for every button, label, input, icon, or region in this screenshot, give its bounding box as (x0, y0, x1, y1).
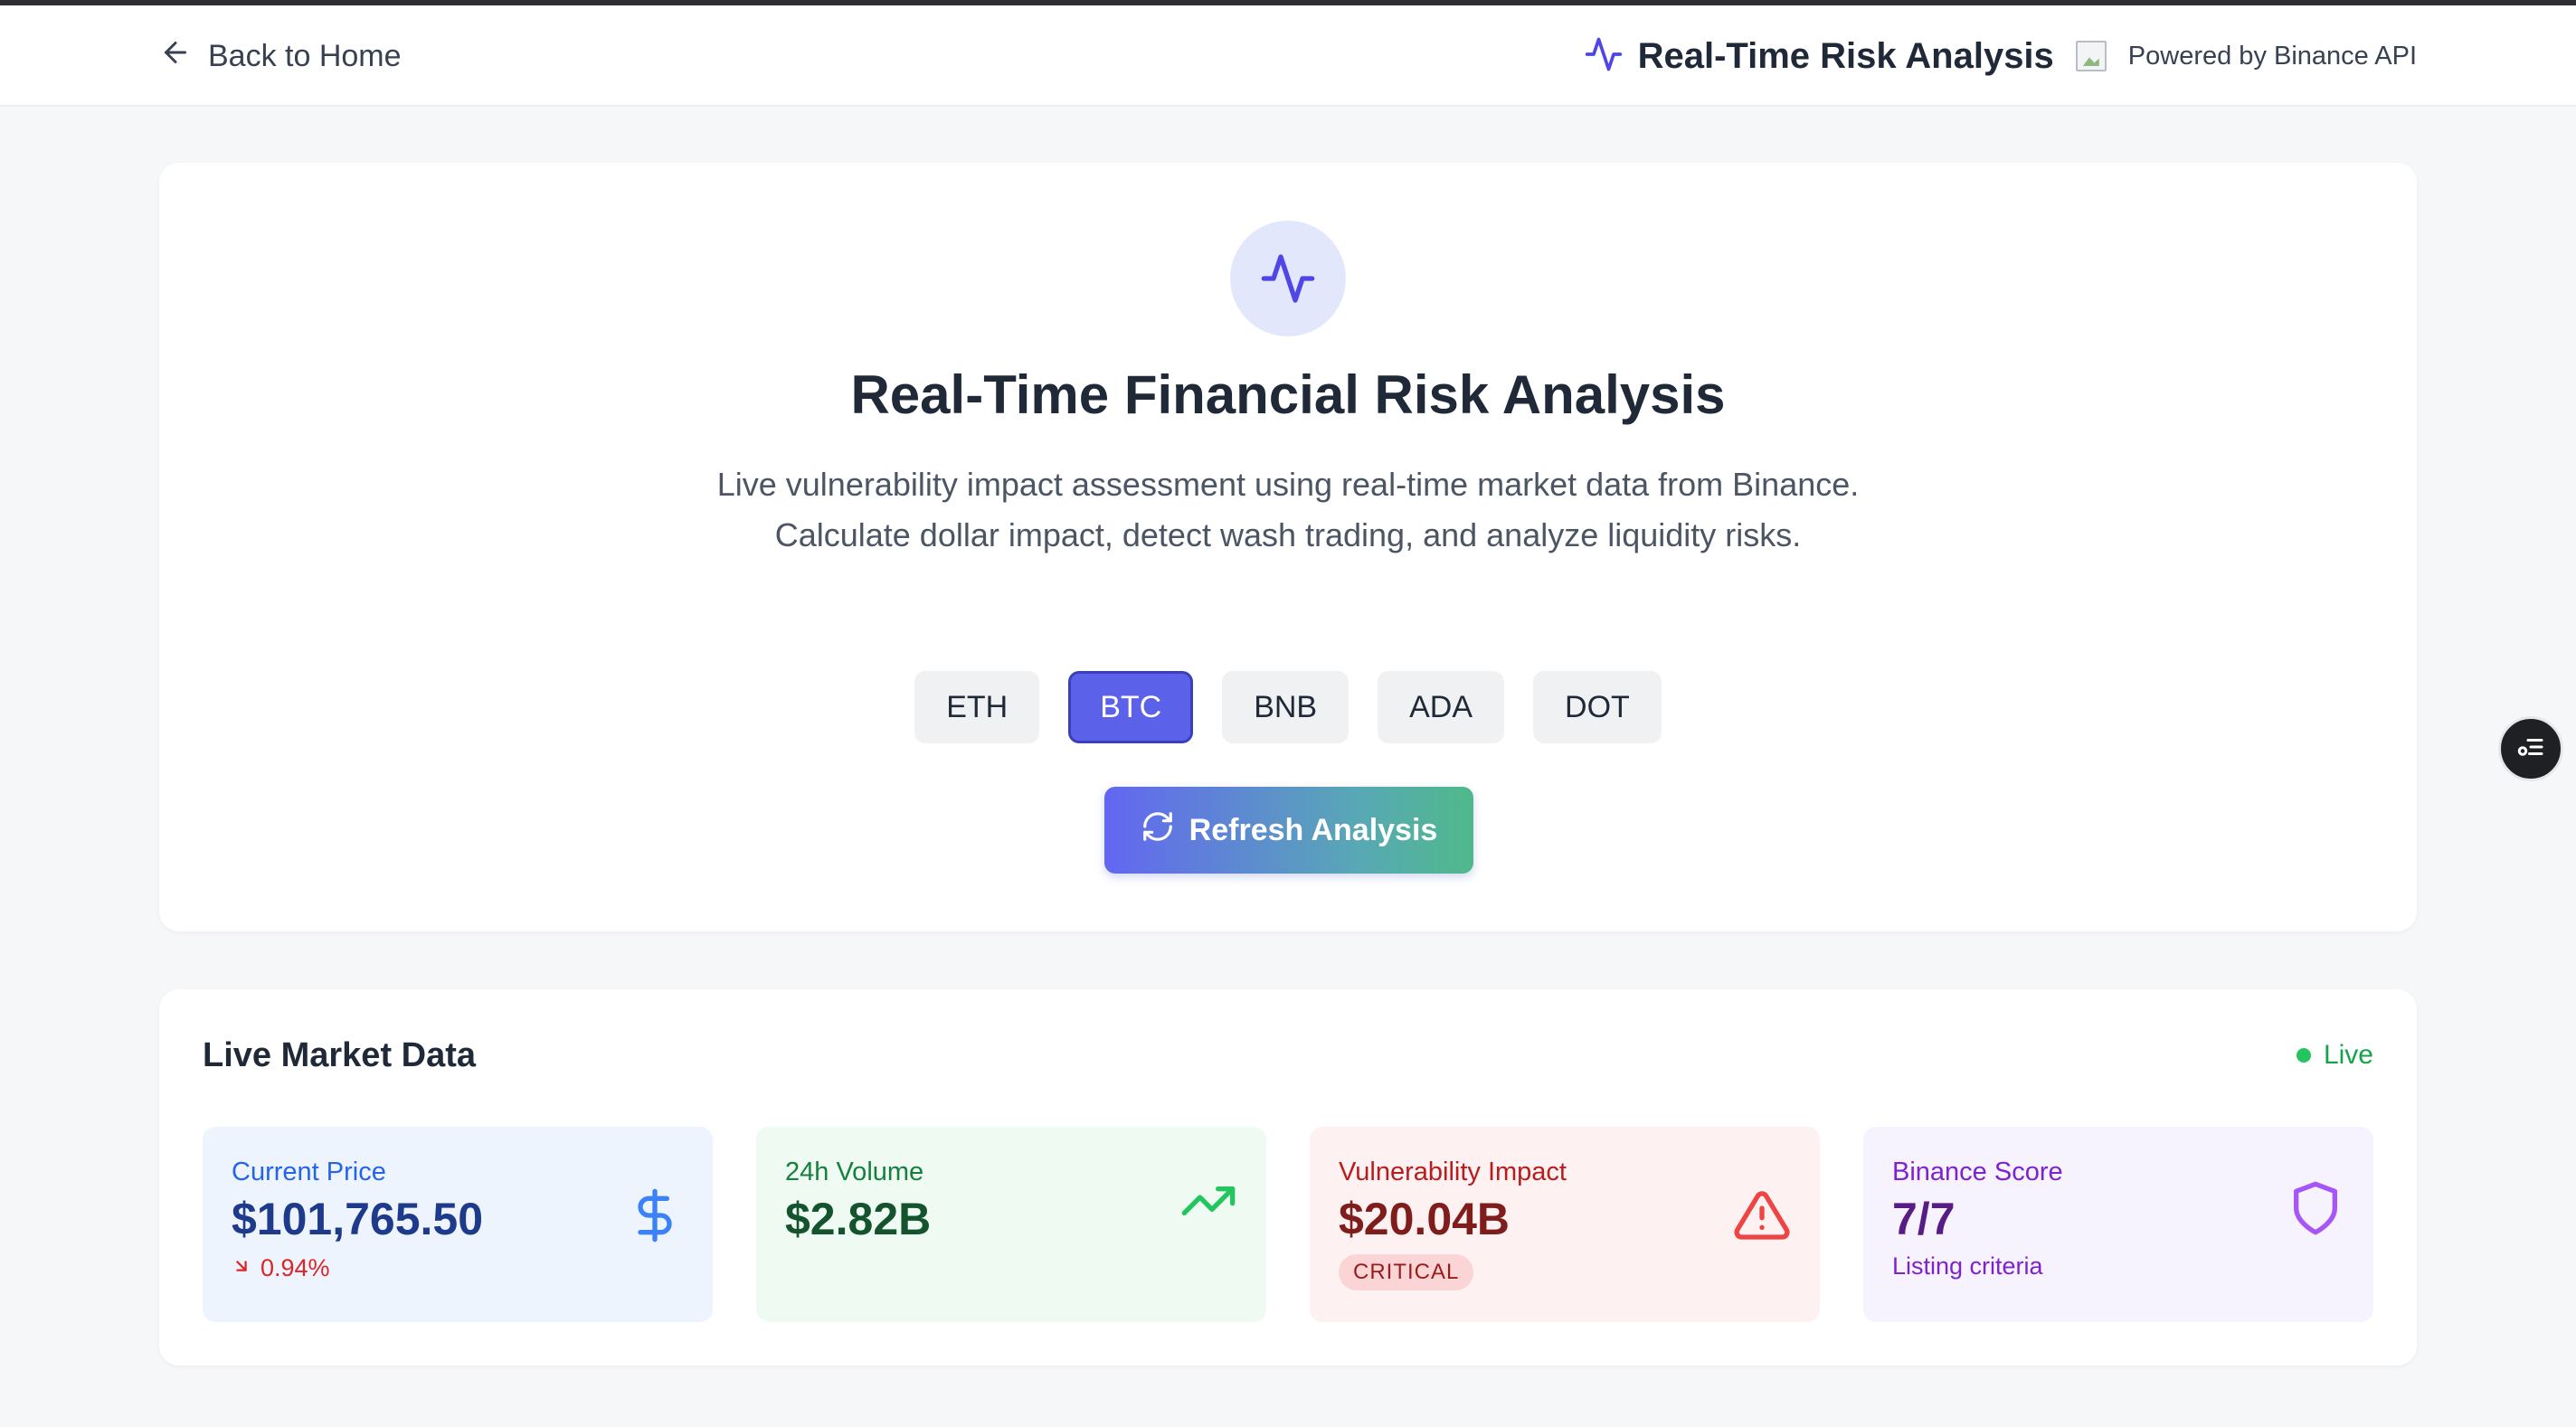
hero-title: Real-Time Financial Risk Analysis (850, 364, 1726, 425)
asset-button-ada[interactable]: ADA (1378, 671, 1505, 743)
page-header: Back to Home Real-Time Risk Analysis Pow… (0, 5, 2576, 107)
asset-button-eth[interactable]: ETH (914, 671, 1040, 743)
vulnerability-impact-card: Vulnerability Impact $20.04B CRITICAL (1310, 1127, 1820, 1322)
refresh-analysis-button[interactable]: Refresh Analysis (1104, 787, 1473, 874)
current-price-card: Current Price $101,765.50 0.94% (203, 1127, 713, 1322)
pulse-icon (1584, 34, 1624, 79)
live-status: Live (2296, 1040, 2373, 1071)
refresh-analysis-label: Refresh Analysis (1189, 812, 1438, 847)
score-label: Binance Score (1892, 1158, 2063, 1186)
binance-logo-image (2075, 41, 2107, 71)
impact-label: Vulnerability Impact (1339, 1158, 1567, 1186)
list-menu-icon (2514, 731, 2547, 768)
shield-icon (2287, 1179, 2344, 1237)
live-market-data-panel: Live Market Data Live Current Price $101… (159, 989, 2417, 1366)
price-change-value: 0.94% (260, 1254, 330, 1281)
live-status-label: Live (2323, 1040, 2373, 1070)
binance-score-card: Binance Score 7/7 Listing criteria (1863, 1127, 2373, 1322)
score-value: 7/7 (1892, 1194, 1956, 1244)
volume-card: 24h Volume $2.82B (756, 1127, 1266, 1322)
asset-button-dot[interactable]: DOT (1533, 671, 1662, 743)
powered-by-label: Powered by Binance API (2127, 41, 2417, 71)
critical-badge: CRITICAL (1339, 1254, 1474, 1290)
asset-button-btc[interactable]: BTC (1068, 671, 1194, 743)
current-price-label: Current Price (232, 1158, 386, 1186)
back-to-home-label: Back to Home (208, 38, 402, 73)
arrow-down-right-icon (232, 1254, 251, 1282)
hero-panel: Real-Time Financial Risk Analysis Live v… (159, 163, 2417, 931)
market-title: Live Market Data (203, 1036, 477, 1074)
header-title-group: Real-Time Risk Analysis Powered by Binan… (1584, 29, 2417, 83)
warning-triangle-icon (1733, 1186, 1791, 1244)
asset-button-bnb[interactable]: BNB (1222, 671, 1350, 743)
asset-selector: ETH BTC BNB ADA DOT (159, 671, 2417, 743)
dollar-icon (626, 1186, 684, 1244)
volume-label: 24h Volume (785, 1158, 924, 1186)
arrow-left-icon (159, 36, 192, 77)
refresh-icon (1141, 809, 1175, 852)
back-to-home-link[interactable]: Back to Home (159, 33, 402, 80)
hero-pulse-icon (1230, 221, 1346, 336)
price-change: 0.94% (232, 1254, 684, 1282)
score-sub: Listing criteria (1892, 1252, 2043, 1280)
volume-value: $2.82B (785, 1194, 932, 1244)
floating-menu-button[interactable] (2498, 716, 2563, 781)
hero-description: Live vulnerability impact assessment usi… (716, 466, 1860, 553)
header-title: Real-Time Risk Analysis (1637, 35, 2054, 76)
trending-up-icon (1179, 1172, 1237, 1230)
market-cards: Current Price $101,765.50 0.94% 24h Volu… (203, 1127, 2373, 1322)
live-dot-icon (2296, 1048, 2311, 1063)
current-price-value: $101,765.50 (232, 1194, 484, 1244)
impact-value: $20.04B (1339, 1194, 1511, 1244)
